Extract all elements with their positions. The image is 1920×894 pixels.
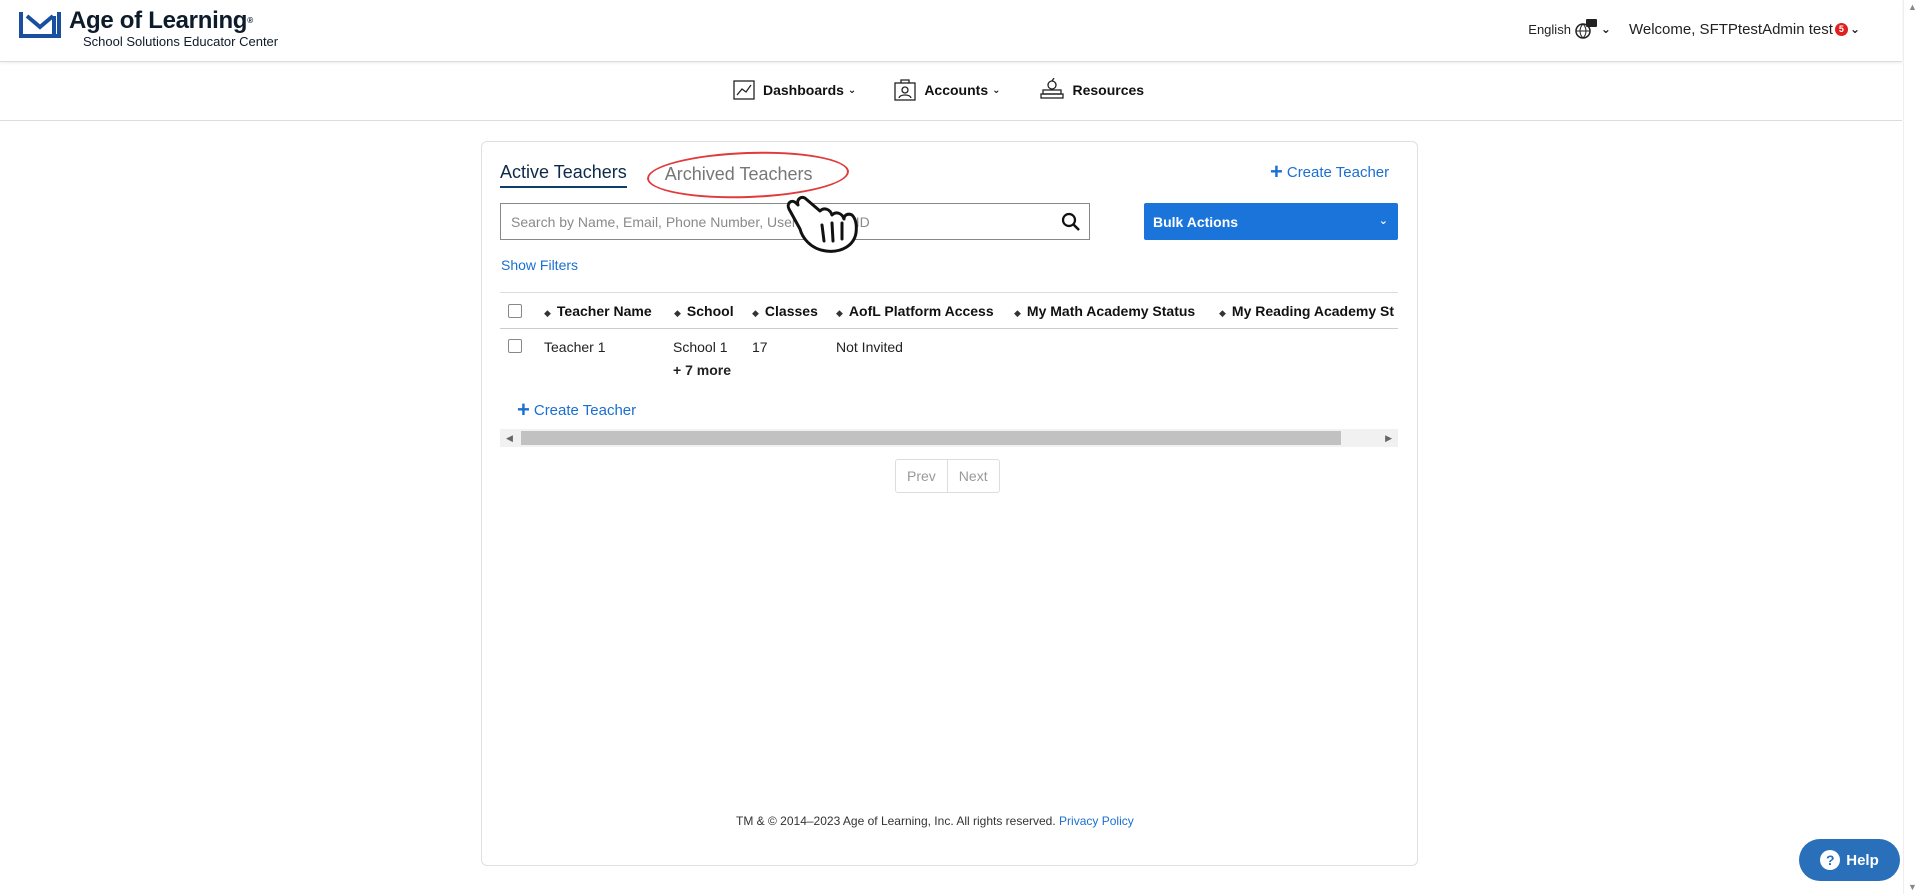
classes-cell: 17 [752,339,768,355]
chevron-down-icon: ⌄ [1849,22,1860,36]
nav-item-label: Dashboards [763,82,844,98]
teacher-name-cell[interactable]: Teacher 1 [544,339,605,355]
notification-badge: 5 [1834,22,1848,36]
chevron-down-icon: ⌄ [1378,215,1388,227]
create-teacher-button[interactable]: + Create Teacher [1270,159,1390,184]
chevron-down-icon: ⌄ [992,84,1001,96]
row-checkbox[interactable] [508,339,522,353]
column-header-platform-access[interactable]: ◆ AofL Platform Access [836,303,994,319]
privacy-policy-link[interactable]: Privacy Policy [1059,814,1134,828]
top-header: Age of Learning® School Solutions Educat… [0,0,1902,62]
column-header-reading-status[interactable]: ◆ My Reading Academy St [1219,303,1394,319]
column-header-math-status[interactable]: ◆ My Math Academy Status [1014,303,1195,319]
tab-active-teachers[interactable]: Active Teachers [500,162,627,188]
books-icon [1039,78,1064,99]
search-input[interactable] [501,204,1041,239]
search-icon[interactable] [1061,212,1081,232]
sort-icon: ◆ [752,308,759,318]
sort-icon: ◆ [1219,308,1226,318]
chevron-down-icon: ⌄ [847,84,857,96]
vertical-scrollbar[interactable]: ▲ ▼ [1903,0,1920,894]
create-teacher-label: Create Teacher [1286,163,1390,181]
sort-icon: ◆ [836,308,843,318]
user-menu[interactable]: Welcome, SFTPtestAdmin test 5 ⌄ [1629,21,1860,38]
teachers-table: ◆ Teacher Name ◆ School ◆ Classes ◆ AofL Pla… [500,292,1398,392]
table-header: ◆ Teacher Name ◆ School ◆ Classes ◆ AofL Pla… [500,292,1398,329]
sort-icon: ◆ [1014,308,1021,318]
sort-icon: ◆ [674,308,681,318]
help-label: Help [1846,851,1879,869]
brand-subtitle: School Solutions Educator Center [83,34,279,49]
scroll-right-icon[interactable]: ▶ [1385,433,1392,444]
globe-chat-icon [1575,19,1597,39]
footer: TM & © 2014–2023 Age of Learning, Inc. A… [736,814,1134,828]
column-header-teacher-name[interactable]: ◆ Teacher Name [544,303,652,319]
select-all-checkbox[interactable] [508,304,522,318]
scroll-up-icon[interactable]: ▲ [1908,2,1917,12]
accounts-icon [894,79,916,101]
school-more-link[interactable]: + 7 more [673,362,731,378]
scrollbar-thumb[interactable] [521,431,1341,445]
language-label: English [1528,21,1571,37]
platform-access-cell: Not Invited [836,339,903,355]
column-header-classes[interactable]: ◆ Classes [752,303,818,319]
language-selector[interactable]: English ⌄ [1528,18,1611,40]
nav-item-dashboards[interactable]: Dashboards ⌄ [733,80,856,100]
prev-page-button[interactable]: Prev [896,460,947,492]
show-filters-link[interactable]: Show Filters [501,257,578,273]
help-button[interactable]: ? Help [1799,839,1900,881]
main-nav: Dashboards ⌄ Accounts ⌄ Resources [0,63,1902,121]
nav-item-accounts[interactable]: Accounts ⌄ [894,79,1001,101]
brand-title: Age of Learning® [69,7,253,34]
next-page-button[interactable]: Next [946,460,999,492]
teachers-panel [481,141,1418,866]
sort-icon: ◆ [544,308,551,318]
copyright-text: TM & © 2014–2023 Age of Learning, Inc. A… [736,814,1056,828]
scroll-down-icon[interactable]: ▼ [1908,882,1917,892]
plus-icon: + [517,397,530,422]
logo-mark-icon [19,12,61,38]
bulk-actions-label: Bulk Actions [1153,213,1239,230]
create-teacher-label: Create Teacher [533,401,637,419]
nav-item-resources[interactable]: Resources [1039,78,1145,102]
question-icon: ? [1820,850,1841,870]
school-cell: School 1 [673,339,728,355]
nav-item-label: Resources [1072,82,1145,98]
welcome-text: Welcome, SFTPtestAdmin test [1628,20,1833,38]
horizontal-scrollbar[interactable]: ◀ ▶ [500,429,1398,447]
scroll-left-icon[interactable]: ◀ [506,433,513,444]
brand-logo[interactable]: Age of Learning® School Solutions Educat… [19,8,278,50]
column-header-school[interactable]: ◆ School [674,303,734,319]
chevron-down-icon: ⌄ [1600,22,1611,36]
hand-cursor-icon [786,195,858,253]
chart-icon [733,80,755,100]
create-teacher-inline-button[interactable]: + Create Teacher [517,397,637,422]
bulk-actions-dropdown[interactable]: Bulk Actions ⌄ [1144,203,1398,240]
plus-icon: + [1270,159,1283,184]
nav-item-label: Accounts [924,82,989,98]
pagination: Prev Next [895,459,1000,493]
